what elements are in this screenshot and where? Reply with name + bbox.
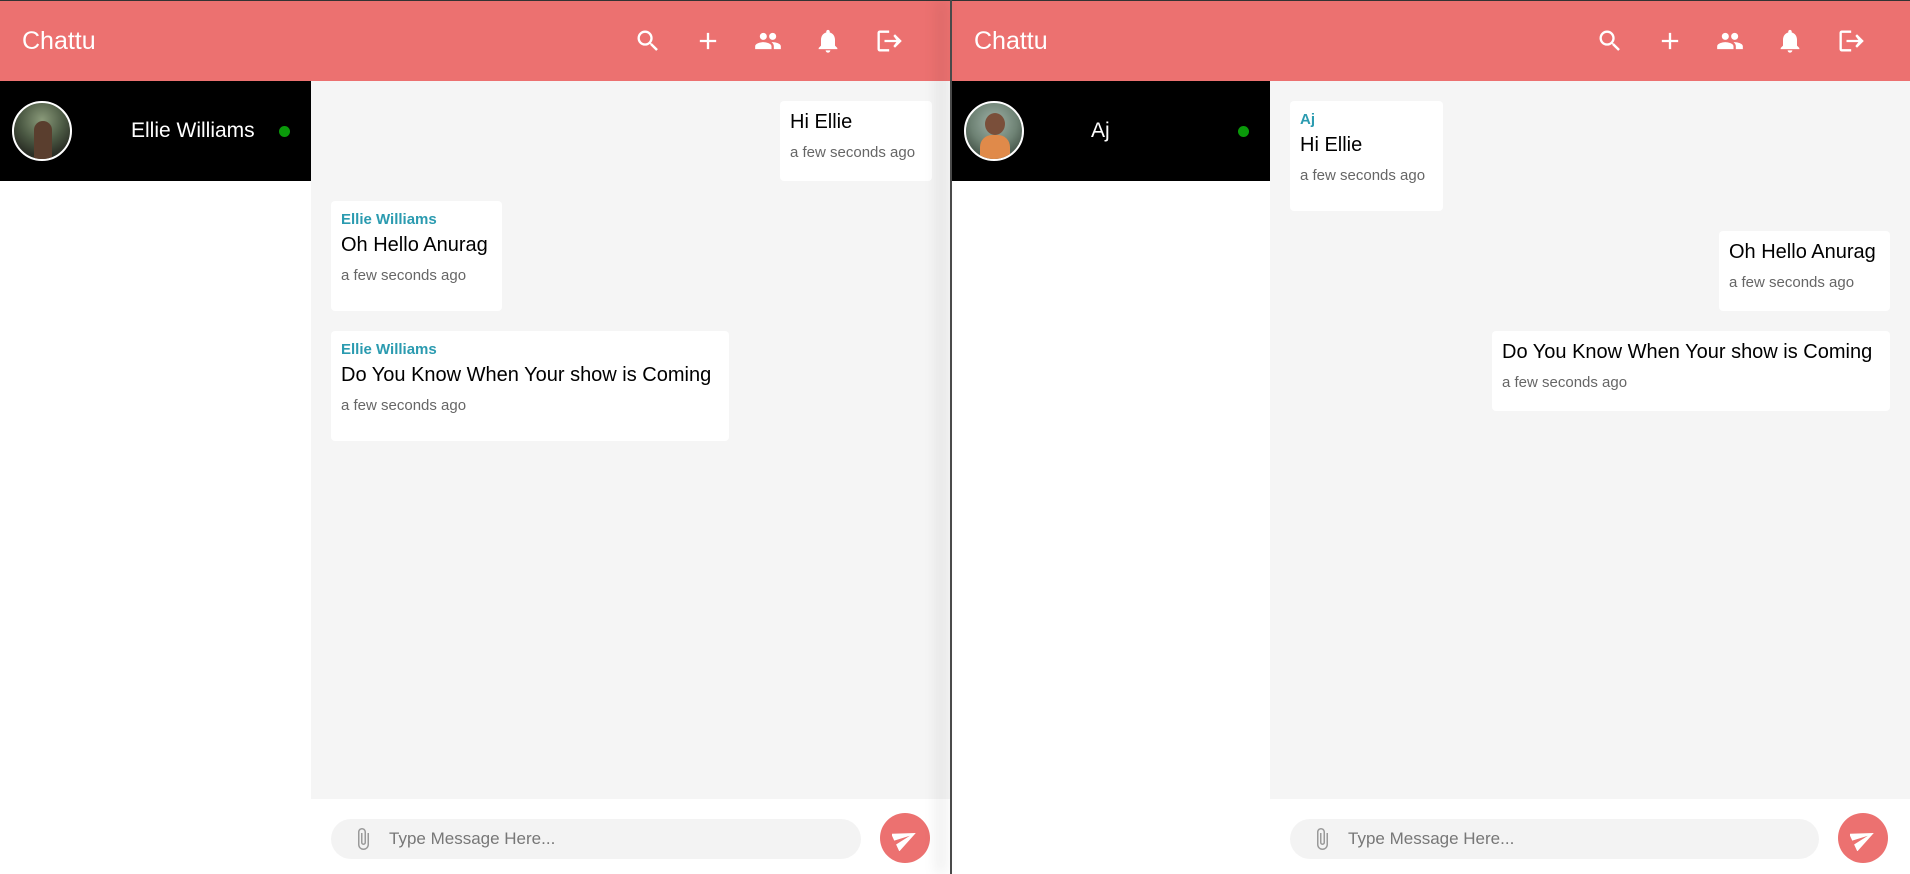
contact-name: Ellie Williams [131,119,255,142]
message-text: Oh Hello Anurag [341,234,488,256]
contact-name: Aj [1091,119,1110,142]
logout-icon [877,30,902,52]
message-list: Aj Hi Ellie a few seconds ago Oh Hello A… [1270,81,1910,799]
search-icon [637,30,658,51]
notifications-button[interactable] [1772,23,1808,59]
message-sender: Aj [1300,111,1315,128]
online-status-dot [1238,126,1249,137]
send-icon [892,832,916,851]
message-bubble: Ellie Williams Oh Hello Anurag a few sec… [331,201,502,311]
group-icon [1717,32,1743,50]
contact-item-ellie-williams[interactable]: Ellie Williams [0,81,311,181]
app-title: Chattu [974,27,1048,55]
message-text: Do You Know When Your show is Coming [341,364,712,386]
search-button[interactable] [1592,23,1628,59]
message-text: Hi Ellie [1300,134,1363,156]
send-icon [1850,832,1874,851]
message-bubble: Oh Hello Anurag a few seconds ago [1719,231,1890,311]
paperclip-icon [1317,828,1328,850]
message-time: a few seconds ago [1300,167,1426,184]
search-button[interactable] [630,23,666,59]
message-time: a few seconds ago [790,144,916,161]
search-icon [1599,30,1620,51]
message-list: Hi Ellie a few seconds ago Ellie William… [311,81,950,799]
app-title: Chattu [22,27,96,55]
logout-button[interactable] [870,23,906,59]
logout-button[interactable] [1832,23,1868,59]
message-sender: Ellie Williams [341,211,437,228]
message-bubble: Ellie Williams Do You Know When Your sho… [331,331,729,441]
left-chat-window: Chattu Ellie Williams Hi Ellie a few sec… [0,0,950,874]
message-input-wrapper [1290,819,1819,859]
message-bubble: Hi Ellie a few seconds ago [780,101,932,181]
message-text: Hi Ellie [790,111,853,133]
message-bubble: Aj Hi Ellie a few seconds ago [1290,101,1443,211]
message-input[interactable] [389,827,829,851]
plus-icon [1661,32,1679,50]
online-status-dot [279,126,290,137]
attach-button[interactable] [1310,827,1334,851]
message-time: a few seconds ago [1502,374,1628,391]
send-button[interactable] [880,813,930,863]
message-time: a few seconds ago [341,397,467,414]
contacts-sidebar: Ellie Williams [0,81,311,874]
header-toolbar [630,23,930,59]
chat-area: Aj Hi Ellie a few seconds ago Oh Hello A… [1270,81,1910,874]
message-composer [311,799,950,874]
header-toolbar [1592,23,1892,59]
avatar [964,101,1024,161]
app-header: Chattu [952,0,1910,81]
message-input[interactable] [1348,827,1788,851]
bell-icon [1780,29,1800,53]
notifications-button[interactable] [810,23,846,59]
message-bubble: Do You Know When Your show is Coming a f… [1492,331,1890,411]
attach-button[interactable] [351,827,375,851]
contact-item-aj[interactable]: Aj [952,81,1270,181]
message-text: Oh Hello Anurag [1729,241,1876,263]
logout-icon [1839,30,1864,52]
message-input-wrapper [331,819,861,859]
send-button[interactable] [1838,813,1888,863]
groups-button[interactable] [1712,23,1748,59]
app-header: Chattu [0,0,950,81]
paperclip-icon [358,828,369,850]
group-icon [755,32,781,50]
message-time: a few seconds ago [341,267,467,284]
new-chat-button[interactable] [690,23,726,59]
bell-icon [818,29,838,53]
plus-icon [699,32,717,50]
right-chat-window: Chattu Aj Aj Hi Ellie a few seconds ago … [952,0,1910,874]
message-text: Do You Know When Your show is Coming [1502,341,1873,363]
message-sender: Ellie Williams [341,341,437,358]
avatar [12,101,72,161]
window-divider [950,0,952,874]
message-time: a few seconds ago [1729,274,1855,291]
message-composer [1270,799,1910,874]
groups-button[interactable] [750,23,786,59]
new-chat-button[interactable] [1652,23,1688,59]
contacts-sidebar: Aj [952,81,1270,874]
chat-area: Hi Ellie a few seconds ago Ellie William… [311,81,950,874]
